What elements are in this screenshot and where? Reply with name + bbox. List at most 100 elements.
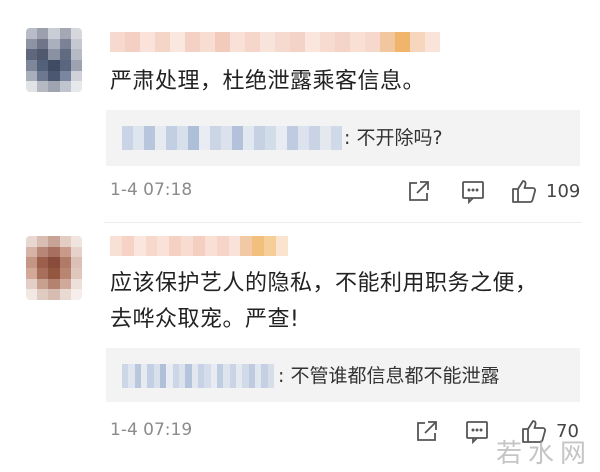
username-pixel: [110, 236, 122, 256]
avatar-pixel: [70, 60, 82, 71]
reply-username-pixel: [210, 126, 221, 150]
reply-username-redacted: [122, 126, 342, 150]
avatar-pixel: [37, 70, 49, 82]
share-button[interactable]: [406, 176, 432, 206]
username-pixel: [228, 236, 241, 256]
avatar-pixel: [70, 81, 82, 92]
username-pixel: [290, 32, 305, 52]
avatar-pixel: [48, 28, 60, 39]
username-pixel: [380, 32, 395, 52]
avatar-pixel: [26, 268, 38, 279]
avatar-pixel: [26, 28, 38, 39]
avatar-pixel: [26, 246, 38, 258]
like-button[interactable]: 109: [510, 176, 580, 206]
reply-username-pixel: [188, 126, 199, 150]
reply-username-pixel: [221, 126, 232, 150]
reply-text: : 不管谁都信息都不能泄露: [278, 365, 500, 387]
avatar-pixel: [48, 236, 60, 247]
username-pixel: [276, 236, 288, 256]
reply-username-pixel: [122, 126, 133, 150]
avatar-pixel: [37, 236, 49, 247]
username-pixel: [200, 32, 215, 52]
reply-username-pixel: [133, 126, 144, 150]
avatar-pixel: [48, 268, 60, 279]
username-pixel: [145, 236, 158, 256]
avatar-pixel: [59, 70, 71, 82]
username-pixel: [240, 236, 253, 256]
thumbs-up-icon: [512, 180, 537, 203]
comment-item: 严肃处理，杜绝泄露乘客信息。 : 不开除吗? 1-4 07:18 109: [0, 0, 600, 222]
username-pixel: [410, 32, 425, 52]
avatar-pixel: [59, 257, 71, 268]
avatar-pixel: [37, 28, 49, 39]
username-pixel: [335, 32, 350, 52]
reply-username-pixel: [254, 126, 265, 150]
avatar-pixel: [48, 246, 60, 258]
avatar-pixel: [59, 49, 71, 60]
avatar-pixel: [59, 268, 71, 279]
avatar-pixel: [37, 60, 49, 71]
username-pixel: [425, 32, 440, 52]
comment-text: 应该保护艺人的隐私，不能利用职务之便， 去哗众取宠。严查!: [110, 271, 538, 332]
avatar-pixel: [37, 289, 49, 300]
username-pixel: [133, 236, 146, 256]
avatar-pixel: [70, 49, 82, 60]
avatar[interactable]: [26, 236, 82, 300]
avatar-pixel: [48, 60, 60, 71]
share-button[interactable]: [414, 416, 440, 446]
avatar-pixel: [70, 28, 82, 39]
site-watermark: 若水网: [495, 439, 592, 469]
avatar-pixel: [26, 60, 38, 71]
reply-preview[interactable]: : 不管谁都信息都不能泄露: [106, 348, 580, 402]
username-pixel: [365, 32, 380, 52]
username-pixel: [121, 236, 134, 256]
avatar-pixel: [37, 49, 49, 60]
avatar-pixel: [70, 38, 82, 50]
comment-button[interactable]: [464, 416, 490, 446]
avatar-pixel: [70, 236, 82, 247]
username-pixel: [204, 236, 217, 256]
username-pixel: [320, 32, 335, 52]
avatar-pixel: [70, 289, 82, 300]
reply-username-pixel: [199, 126, 210, 150]
avatar-pixel: [26, 278, 38, 290]
username-pixel: [252, 236, 265, 256]
username-pixel: [193, 236, 205, 256]
reply-text: : 不开除吗?: [344, 127, 443, 149]
username-redacted[interactable]: [110, 32, 440, 52]
avatar-pixel: [59, 289, 71, 300]
username-pixel: [140, 32, 155, 52]
reply-username-pixel: [276, 126, 287, 150]
avatar-pixel: [26, 81, 38, 92]
avatar-pixel: [59, 81, 71, 92]
reply-username-pixel: [155, 126, 166, 150]
avatar-pixel: [59, 278, 71, 290]
avatar-pixel: [37, 246, 49, 258]
username-redacted[interactable]: [110, 236, 288, 256]
username-pixel: [260, 32, 275, 52]
like-count: 109: [546, 180, 581, 202]
avatar[interactable]: [26, 28, 82, 92]
reply-username-pixel: [320, 126, 331, 150]
avatar-pixel: [37, 81, 49, 92]
comment-meta: 1-4 07:18 109: [110, 176, 580, 206]
avatar-pixel: [48, 70, 60, 82]
username-pixel: [155, 32, 170, 52]
avatar-pixel: [59, 60, 71, 71]
comment-icon: [466, 421, 488, 444]
reply-preview[interactable]: : 不开除吗?: [106, 110, 580, 166]
reply-username-pixel: [166, 126, 177, 150]
avatar-pixel: [59, 28, 71, 39]
reply-username-redacted: [122, 364, 274, 388]
username-pixel: [264, 236, 277, 256]
avatar-pixel: [37, 257, 49, 268]
username-pixel: [305, 32, 320, 52]
username-pixel: [395, 32, 410, 52]
comment-button[interactable]: [460, 176, 486, 206]
share-icon: [409, 181, 429, 201]
avatar-pixel: [48, 81, 60, 92]
share-icon: [417, 421, 437, 441]
comment-text: 严肃处理，杜绝泄露乘客信息。: [110, 69, 426, 94]
avatar-pixel: [26, 38, 38, 50]
username-pixel: [275, 32, 290, 52]
